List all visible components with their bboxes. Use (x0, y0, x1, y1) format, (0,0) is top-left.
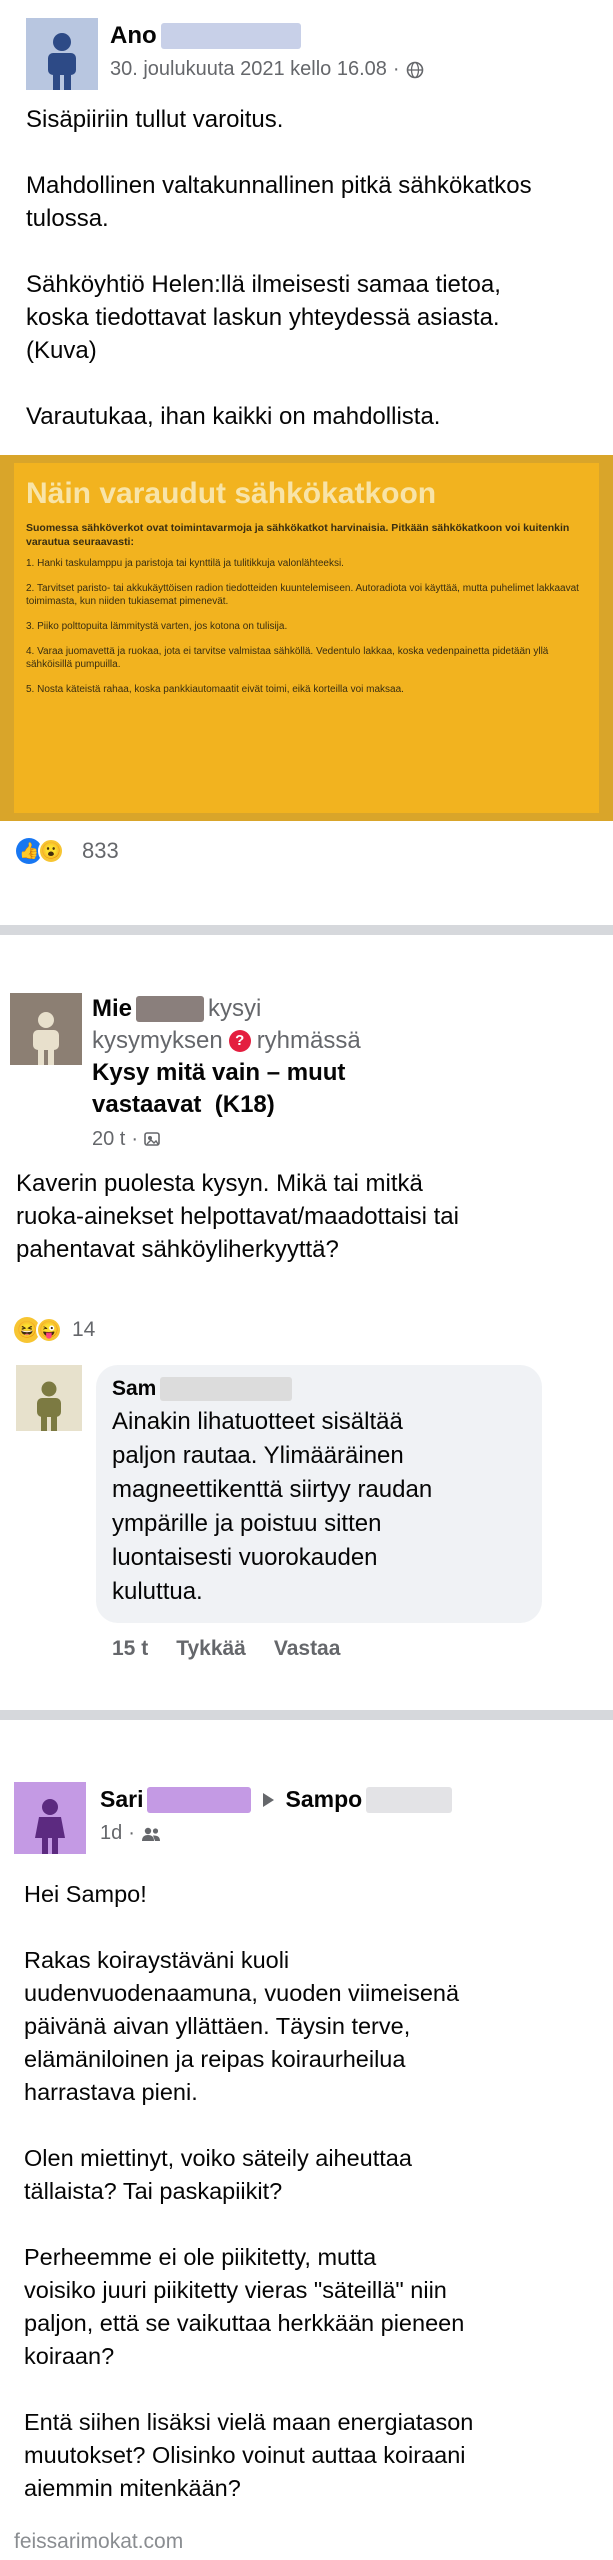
post-divider (0, 925, 613, 935)
post-timestamp[interactable]: 20 t (92, 1123, 125, 1155)
arrow-right-icon (263, 1792, 275, 1807)
avatar[interactable] (26, 18, 98, 90)
redacted-name (160, 23, 301, 49)
redacted-name (136, 996, 205, 1022)
action-text: kysymyksen (92, 1027, 223, 1054)
poster-item: 3. Piiko polttopuita lämmitystä varten, … (26, 621, 288, 632)
comment-text: Ainakin lihatuotteet sisältää paljon rau… (112, 1408, 433, 1605)
post-text: Hei Sampo! Rakas koiraystäväni kuoli uud… (24, 1881, 474, 2501)
poster-title: Näin varaudut sähkökatkoon (26, 477, 437, 510)
poster-item: 4. Varaa juomavettä ja ruokaa, jota ei t… (26, 646, 549, 670)
post-text: Sisäpiiriin tullut varoitus. Mahdollinen… (26, 106, 532, 430)
reactions-bar[interactable]: 😆 😜 14 (14, 1317, 95, 1343)
author-name[interactable]: Mie (92, 993, 132, 1025)
reply-button[interactable]: Vastaa (274, 1637, 341, 1661)
spacer (0, 1720, 613, 1760)
poster-item: 2. Tarvitset paristo- tai akkukäyttöisen… (26, 583, 579, 607)
poster-item: 5. Nosta käteistä rahaa, koska pankkiaut… (26, 684, 404, 695)
reaction-count: 14 (72, 1318, 96, 1341)
author-name[interactable]: Sari (100, 1786, 143, 1813)
post-timestamp[interactable]: 1d (100, 1822, 122, 1845)
avatar[interactable] (14, 1782, 86, 1854)
group-name[interactable]: Kysy mitä vain – muut vastaavat (K18) (92, 1057, 452, 1121)
post-text: Kaverin puolesta kysyn. Mikä tai mitkä r… (16, 1170, 459, 1263)
person-icon (48, 33, 76, 90)
wow-reaction-icon: 😮 (38, 838, 64, 864)
recipient-name[interactable]: Sampo (285, 1786, 362, 1813)
post-image[interactable]: Näin varaudut sähkökatkoon Suomessa sähk… (0, 455, 613, 821)
author-name[interactable]: Ano (110, 22, 157, 50)
post-timestamp[interactable]: 30. joulukuuta 2021 kello 16.08 (110, 58, 387, 81)
person-icon (37, 1381, 61, 1431)
post-3: Sari Sampo 1d · Hei Sampo! Rakas koirays… (0, 1760, 613, 2560)
action-text: kysyi (208, 995, 262, 1022)
person-icon (33, 1012, 59, 1065)
friends-icon (141, 1827, 160, 1841)
like-button[interactable]: Tykkää (176, 1637, 246, 1661)
avatar[interactable] (10, 993, 82, 1065)
comment-author[interactable]: Sam (112, 1377, 156, 1401)
post-1: Ano 30. joulukuuta 2021 kello 16.08 · Si… (0, 0, 613, 925)
action-text: ryhmässä (256, 1027, 361, 1054)
comment-bubble: Sam Ainakin lihatuotteet sisältää paljon… (96, 1365, 542, 1623)
globe-icon (406, 61, 423, 78)
redacted-name (147, 1786, 252, 1813)
reaction-count: 833 (82, 838, 119, 863)
avatar[interactable] (16, 1365, 82, 1431)
poster-item: 1. Hanki taskulamppu ja paristoja tai ky… (26, 558, 344, 569)
group-privacy-icon (144, 1132, 160, 1146)
question-icon: ? (228, 1030, 251, 1052)
comment-time[interactable]: 15 t (112, 1637, 148, 1661)
redacted-name (366, 1786, 453, 1813)
poster-list: 1. Hanki taskulamppu ja paristoja tai ky… (26, 557, 587, 696)
spacer (0, 935, 613, 965)
post-2: Mie kysyi kysymyksen ? ryhmässä Kysy mit… (0, 965, 613, 1710)
poster-intro: Suomessa sähköverkot ovat toimintavarmoj… (26, 522, 570, 548)
post-divider (0, 1710, 613, 1720)
reactions-bar[interactable]: 👍 😮 833 (16, 838, 119, 864)
watermark: feissarimokat.com (10, 2530, 188, 2554)
person-icon (35, 1799, 65, 1854)
redacted-name (160, 1377, 293, 1401)
silly-reaction-icon: 😜 (36, 1317, 62, 1343)
